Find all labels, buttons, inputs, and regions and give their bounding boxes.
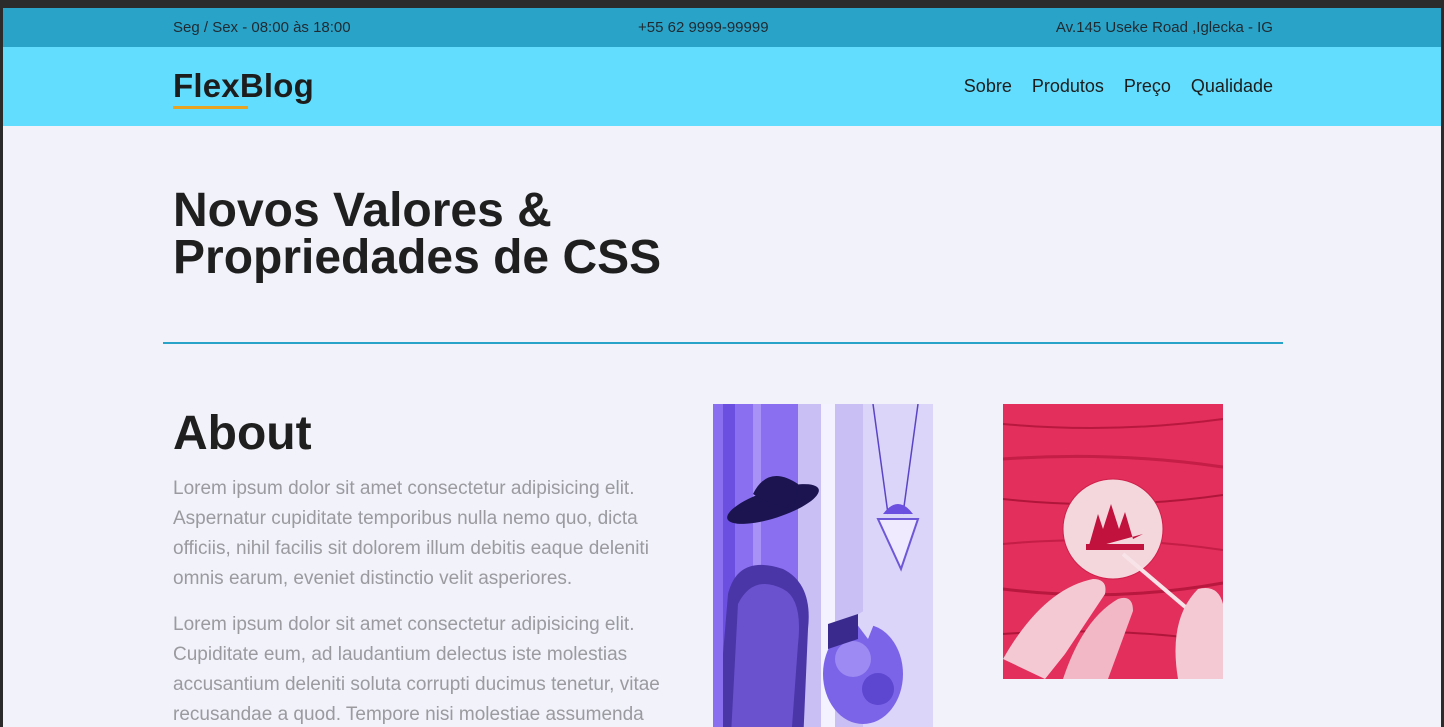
logo[interactable]: FlexBlog (173, 66, 314, 109)
business-hours: Seg / Sex - 08:00 às 18:00 (173, 19, 351, 36)
about-paragraph-2: Lorem ipsum dolor sit amet consectetur a… (173, 614, 660, 725)
nav-link-sobre[interactable]: Sobre (964, 76, 1012, 97)
nav-link-qualidade[interactable]: Qualidade (1191, 76, 1273, 97)
logo-text: FlexBlog (173, 66, 314, 104)
page: Seg / Sex - 08:00 às 18:00 +55 62 9999-9… (3, 8, 1441, 727)
navbar: FlexBlog Sobre Produtos Preço Qualidade (3, 47, 1441, 126)
woman-in-hat-photo (713, 404, 933, 727)
about-section: About Lorem ipsum dolor sit amet consect… (173, 406, 698, 727)
address: Av.145 Useke Road ,Iglecka - IG (1055, 19, 1273, 36)
painting-on-wood-photo (1003, 404, 1223, 679)
logo-underline (173, 105, 248, 109)
phone-number: +55 62 9999-99999 (638, 19, 769, 36)
about-paragraph-1: Lorem ipsum dolor sit amet consectetur a… (173, 478, 649, 589)
top-info-bar: Seg / Sex - 08:00 às 18:00 +55 62 9999-9… (3, 8, 1441, 47)
main-nav: Sobre Produtos Preço Qualidade (964, 76, 1273, 97)
hero: Novos Valores & Propriedades de CSS (173, 184, 1273, 284)
section-divider (163, 342, 1283, 344)
hero-title: Novos Valores & Propriedades de CSS (173, 184, 662, 284)
nav-link-produtos[interactable]: Produtos (1032, 76, 1104, 97)
nav-link-preco[interactable]: Preço (1124, 76, 1171, 97)
about-heading: About (173, 407, 312, 460)
